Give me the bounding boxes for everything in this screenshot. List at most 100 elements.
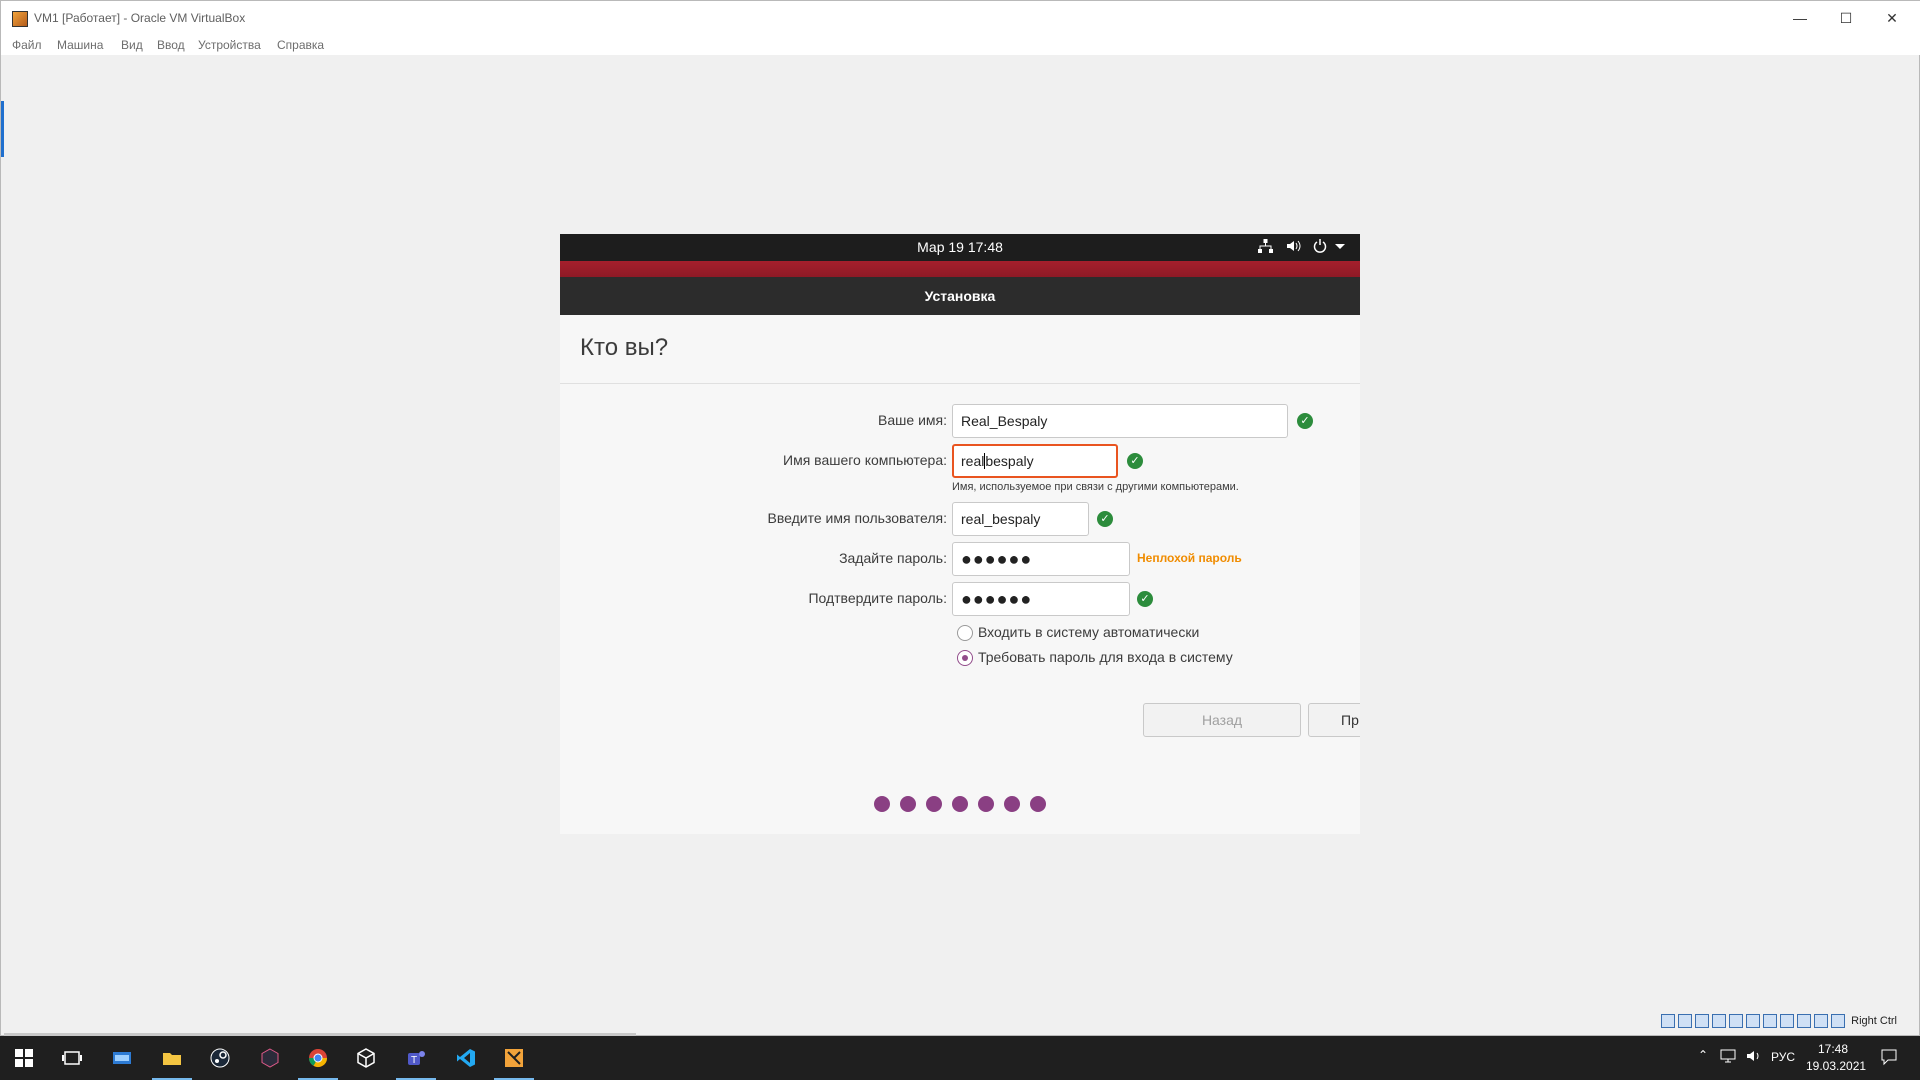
- confirm-password-field[interactable]: ●●●●●●: [952, 582, 1130, 616]
- chevron-up-icon[interactable]: ⌃: [1698, 1048, 1708, 1062]
- name-label: Ваше имя:: [878, 412, 947, 428]
- vbox-status-bar: Right Ctrl: [1661, 1014, 1897, 1032]
- svg-text:T: T: [411, 1055, 417, 1066]
- menu-input[interactable]: Ввод: [157, 38, 185, 52]
- taskbar-chrome[interactable]: [294, 1036, 342, 1080]
- minimize-button[interactable]: —: [1777, 1, 1823, 35]
- windows-taskbar: T ⌃ РУС 17:48 19.03.2021: [0, 1036, 1920, 1080]
- virtualbox-app-icon: [12, 11, 28, 27]
- password-strength: Неплохой пароль: [1137, 551, 1242, 565]
- username-valid-check-icon: ✓: [1097, 511, 1113, 527]
- cube-icon: [357, 1048, 375, 1068]
- display-icon[interactable]: [1763, 1014, 1778, 1028]
- window-title: VM1 [Работает] - Oracle VM VirtualBox: [34, 11, 246, 25]
- taskbar-teams[interactable]: T: [392, 1036, 440, 1080]
- shared-folders-icon[interactable]: [1746, 1014, 1761, 1028]
- progress-dot: [926, 796, 942, 812]
- optical-drive-icon[interactable]: [1678, 1014, 1693, 1028]
- name-field[interactable]: Real_Bespaly: [952, 404, 1288, 438]
- name-valid-check-icon: ✓: [1297, 413, 1313, 429]
- notifications-icon[interactable]: [1880, 1048, 1898, 1069]
- task-view-icon: [62, 1051, 82, 1065]
- computer-name-text-before: real: [961, 453, 985, 469]
- back-button[interactable]: Назад: [1143, 703, 1301, 737]
- taskbar-app-1[interactable]: [98, 1036, 146, 1080]
- next-button[interactable]: Пр: [1308, 703, 1360, 737]
- video-capture-icon[interactable]: [1780, 1014, 1795, 1028]
- virtualbox-vm-icon: [505, 1049, 523, 1067]
- progress-dot: [1004, 796, 1020, 812]
- progress-dot: [874, 796, 890, 812]
- computer-name-label: Имя вашего компьютера:: [783, 452, 947, 468]
- cpu-icon[interactable]: [1797, 1014, 1812, 1028]
- password-label: Задайте пароль:: [839, 550, 947, 566]
- username-field[interactable]: real_bespaly: [952, 502, 1089, 536]
- confirm-valid-check-icon: ✓: [1137, 591, 1153, 607]
- maximize-button[interactable]: ☐: [1823, 1, 1869, 35]
- speaker-icon[interactable]: [1746, 1048, 1762, 1067]
- audio-icon[interactable]: [1695, 1014, 1710, 1028]
- chrome-icon: [309, 1049, 327, 1068]
- divider: [560, 383, 1360, 384]
- title-bar: VM1 [Работает] - Oracle VM VirtualBox — …: [1, 1, 1920, 35]
- progress-dot: [900, 796, 916, 812]
- username-label: Введите имя пользователя:: [767, 510, 947, 526]
- taskbar-date[interactable]: 19.03.2021: [1806, 1059, 1866, 1073]
- menu-view[interactable]: Вид: [121, 38, 143, 52]
- close-button[interactable]: ✕: [1869, 1, 1915, 35]
- network-adapter-icon[interactable]: [1712, 1014, 1727, 1028]
- computer-name-field[interactable]: realbespaly: [952, 444, 1118, 478]
- teams-icon: T: [408, 1051, 425, 1066]
- chevron-down-icon[interactable]: [1335, 239, 1345, 256]
- progress-dot: [978, 796, 994, 812]
- taskbar-virtualbox[interactable]: [342, 1036, 390, 1080]
- auto-login-label: Входить в систему автоматически: [978, 624, 1200, 640]
- menu-machine[interactable]: Машина: [57, 38, 103, 52]
- taskbar-file-explorer[interactable]: [148, 1036, 196, 1080]
- auto-login-radio[interactable]: [957, 625, 973, 641]
- menu-help[interactable]: Справка: [277, 38, 324, 52]
- volume-icon[interactable]: [1286, 239, 1301, 256]
- network-status-icon[interactable]: [1720, 1048, 1736, 1067]
- start-button[interactable]: [0, 1036, 48, 1080]
- taskbar-app-nox[interactable]: [246, 1036, 294, 1080]
- task-view-button[interactable]: [48, 1036, 96, 1080]
- steam-icon: [210, 1048, 230, 1068]
- progress-dot: [952, 796, 968, 812]
- computer-name-text-after: bespaly: [985, 453, 1034, 469]
- gnome-top-bar: Мар 19 17:48: [560, 234, 1360, 261]
- windows-logo-icon: [15, 1049, 33, 1067]
- computer-name-hint: Имя, используемое при связи с другими ко…: [952, 481, 1239, 493]
- network-icon[interactable]: [1258, 239, 1273, 256]
- clock[interactable]: Мар 19 17:48: [560, 239, 1360, 255]
- nox-icon: [261, 1048, 279, 1068]
- keyboard-icon[interactable]: [1831, 1014, 1846, 1028]
- menu-bar: Файл Машина Вид Ввод Устройства Справка: [1, 35, 1920, 55]
- menu-file[interactable]: Файл: [12, 38, 42, 52]
- password-field[interactable]: ●●●●●●: [952, 542, 1130, 576]
- computer-valid-check-icon: ✓: [1127, 453, 1143, 469]
- taskbar-vscode[interactable]: [442, 1036, 490, 1080]
- page-title: Кто вы?: [580, 334, 669, 361]
- taskbar-virtualbox-vm[interactable]: [490, 1036, 538, 1080]
- guest-screen[interactable]: Мар 19 17:48 Установка Кто вы? Ваше имя:…: [560, 234, 1360, 834]
- virtualbox-window: VM1 [Работает] - Oracle VM VirtualBox — …: [0, 0, 1920, 1037]
- menu-devices[interactable]: Устройства: [198, 38, 261, 52]
- taskbar-steam[interactable]: [196, 1036, 244, 1080]
- ubuntu-accent-stripe: [560, 261, 1360, 277]
- progress-dot: [1030, 796, 1046, 812]
- power-icon[interactable]: [1313, 239, 1327, 256]
- usb-icon[interactable]: [1729, 1014, 1744, 1028]
- installer-header: Установка: [560, 277, 1360, 315]
- mouse-integration-icon[interactable]: [1814, 1014, 1829, 1028]
- hard-disk-icon[interactable]: [1661, 1014, 1676, 1028]
- require-password-radio[interactable]: [957, 650, 973, 666]
- installer-title: Установка: [924, 288, 996, 304]
- taskbar-time[interactable]: 17:48: [1818, 1042, 1848, 1056]
- input-language[interactable]: РУС: [1771, 1050, 1795, 1064]
- left-accent-bar: [1, 101, 4, 157]
- vscode-icon: [457, 1049, 475, 1067]
- host-key-label: Right Ctrl: [1851, 1014, 1897, 1027]
- require-password-label: Требовать пароль для входа в систему: [978, 649, 1233, 665]
- progress-indicator: [560, 796, 1360, 817]
